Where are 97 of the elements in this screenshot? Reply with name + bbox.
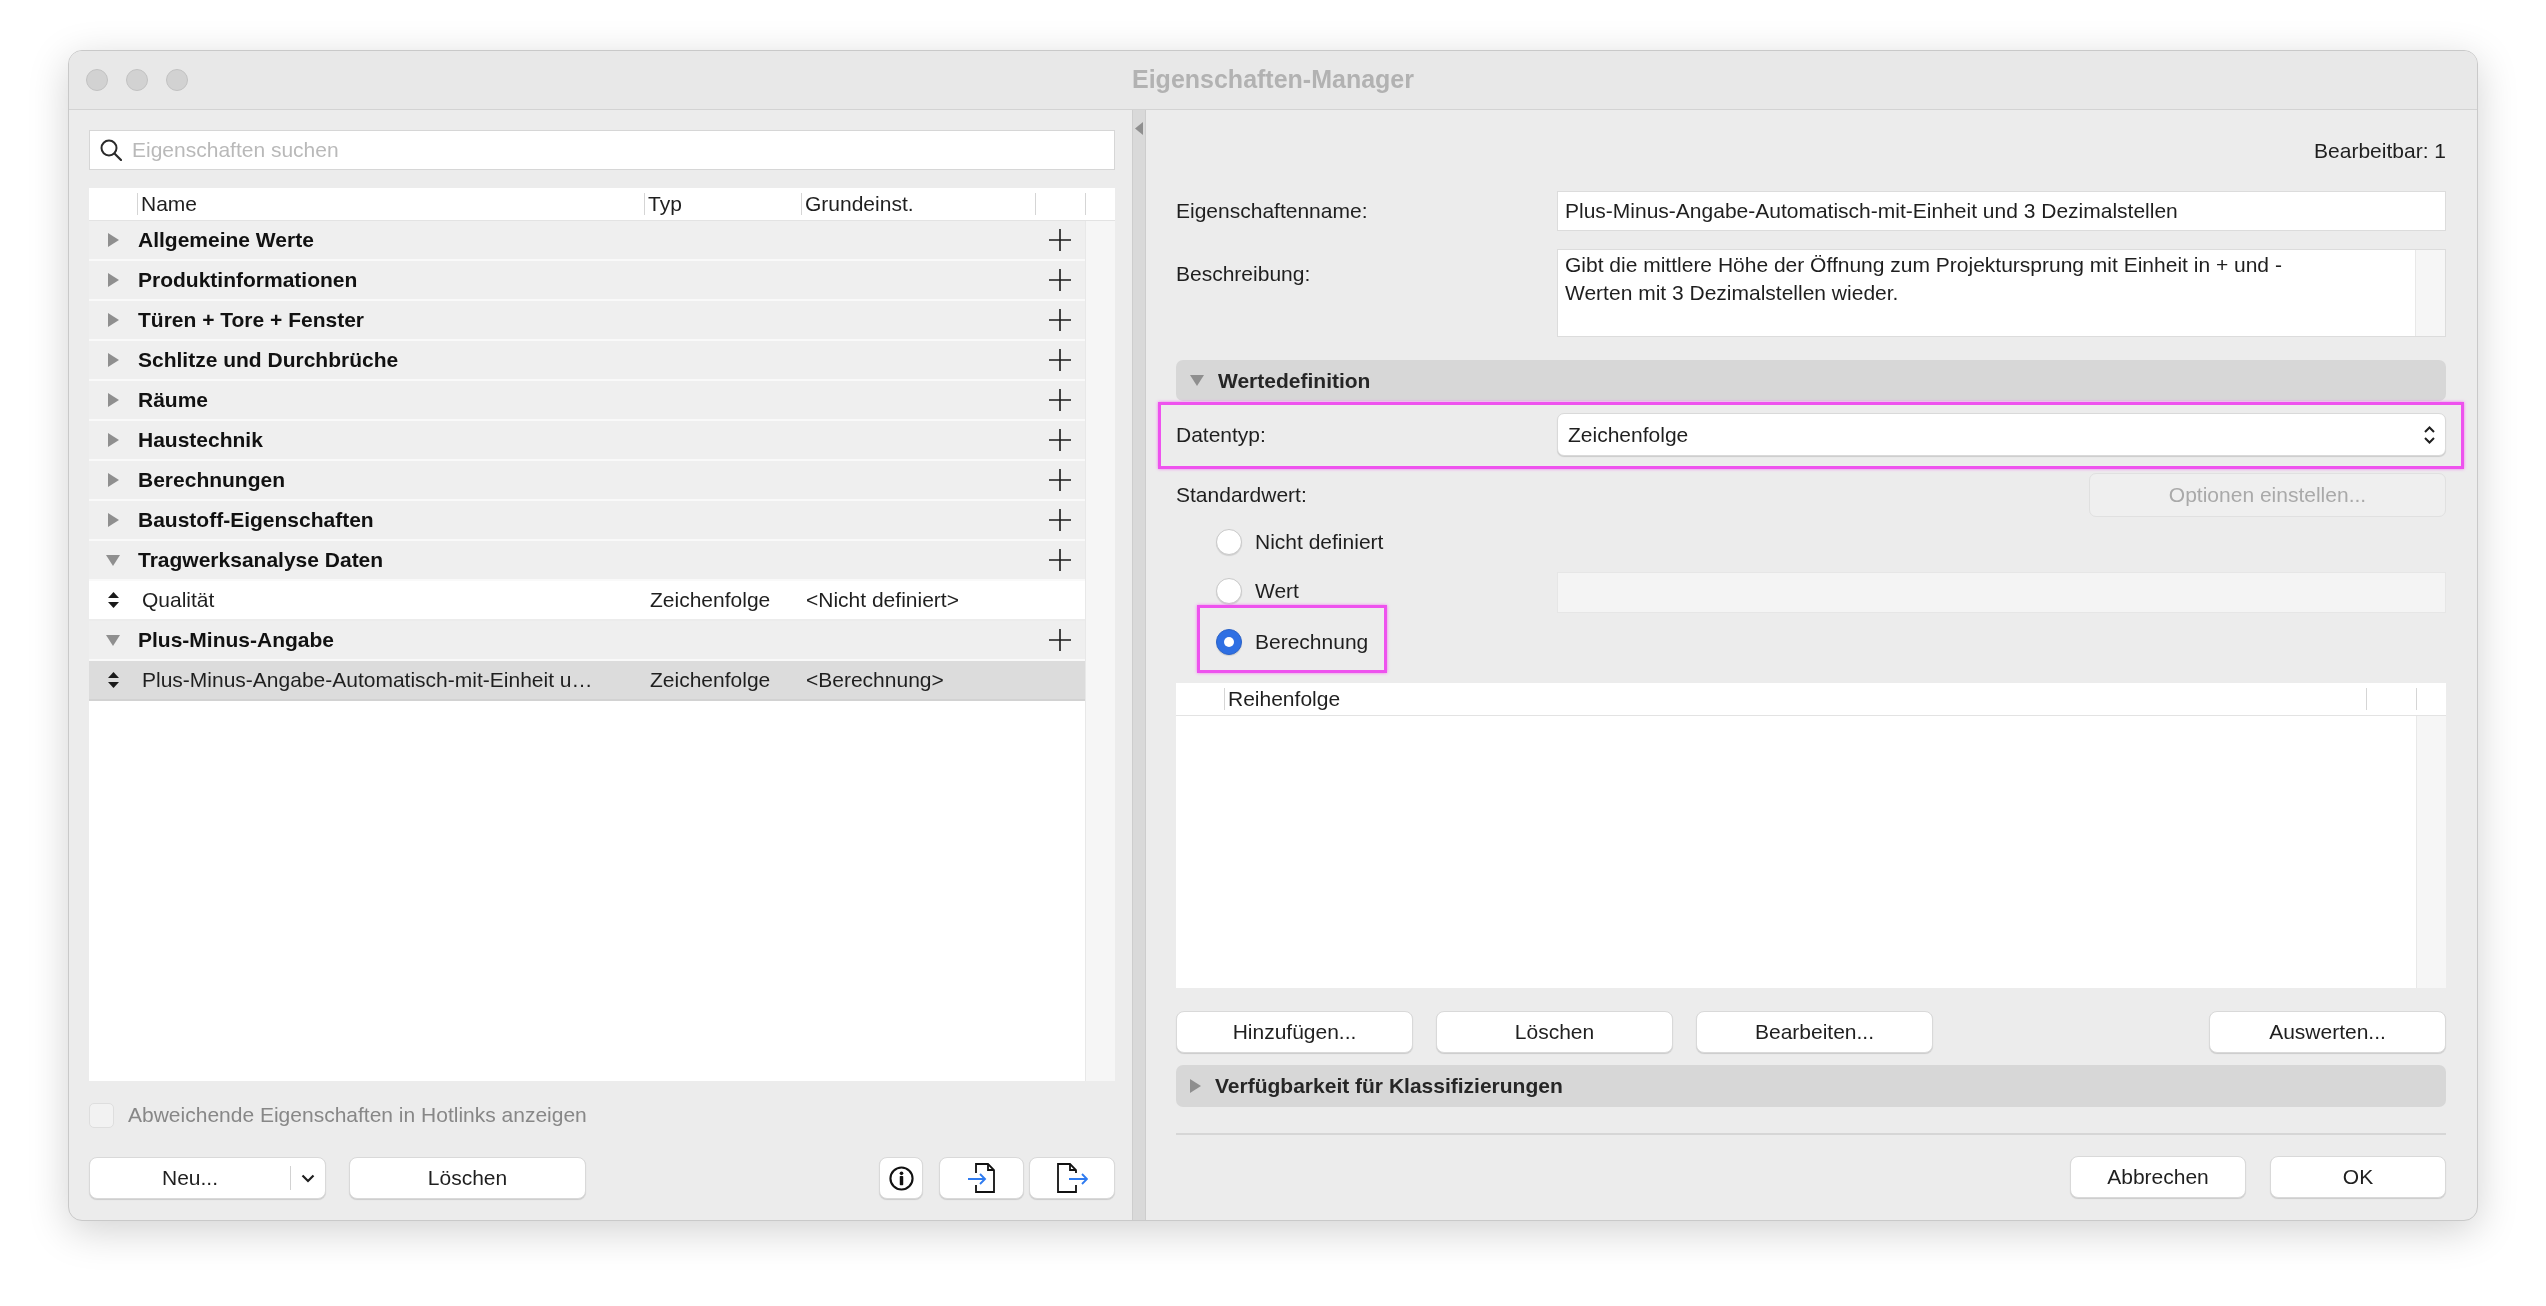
minimize-button[interactable] <box>126 69 148 91</box>
group-row[interactable]: Baustoff-Eigenschaften <box>89 501 1085 541</box>
group-name: Allgemeine Werte <box>137 227 315 254</box>
group-row[interactable]: Berechnungen <box>89 461 1085 501</box>
document-arrow-in-icon <box>966 1162 997 1194</box>
section-header[interactable]: Verfügbarkeit für Klassifizierungen <box>1176 1065 2446 1107</box>
zoom-button[interactable] <box>166 69 188 91</box>
group-name: Produktinformationen <box>137 267 359 294</box>
table-cell: Qualität <box>142 588 215 612</box>
split-button[interactable]: Neu... <box>89 1157 326 1199</box>
section-header[interactable]: Wertedefinition <box>1176 360 2446 401</box>
evaluate-button[interactable]: Auswerten... <box>2209 1011 2446 1053</box>
group-name: Plus-Minus-Angabe <box>137 627 335 654</box>
table-cell: <Berechnung> <box>806 668 944 692</box>
plus-icon[interactable] <box>1049 229 1071 251</box>
table-cell: Plus-Minus-Angabe-Automatisch-mit-Einheit u… <box>142 668 593 692</box>
disclosure-triangle-icon[interactable] <box>1190 375 1204 386</box>
group-name: Berechnungen <box>137 467 287 494</box>
data-type-select[interactable]: Zeichenfolge <box>1557 413 2446 456</box>
field-label: Datentyp: <box>1176 421 1267 448</box>
disclosure-triangle-icon[interactable] <box>107 313 119 327</box>
dialog-button[interactable]: OK <box>2270 1156 2446 1198</box>
info-button[interactable] <box>879 1157 923 1199</box>
column-header[interactable]: Grundeinst. <box>802 188 914 220</box>
field-label: Beschreibung: <box>1176 261 1312 287</box>
section-title: Verfügbarkeit für Klassifizierungen <box>1215 1073 1563 1100</box>
info-icon <box>888 1165 914 1191</box>
editable-count: Bearbeitbar: 1 <box>2314 138 2446 165</box>
plus-icon[interactable] <box>1049 309 1071 331</box>
table-cell: Zeichenfolge <box>650 668 771 692</box>
disclosure-triangle-icon[interactable] <box>107 473 119 487</box>
plus-icon[interactable] <box>1049 469 1071 491</box>
group-row[interactable]: Haustechnik <box>89 421 1085 461</box>
name-field[interactable]: Plus-Minus-Angabe-Automatisch-mit-Einheit und 3 Dezimalstellen <box>1557 191 2446 231</box>
close-button[interactable] <box>86 69 108 91</box>
disclosure-triangle-icon[interactable] <box>1190 1079 1201 1093</box>
description-field[interactable]: Gibt die mittlere Höhe der Öffnung zum Projektursprung mit Einheit in + und - Werten mit 3 Dezimalstellen wieder. <box>1557 249 2446 337</box>
field-label: Standardwert: <box>1176 482 1307 509</box>
disclosure-triangle-icon[interactable] <box>106 554 120 566</box>
search-field[interactable]: Eigenschaften suchen <box>89 130 1115 170</box>
column-header[interactable]: Typ <box>645 188 682 220</box>
plus-icon[interactable] <box>1049 549 1071 571</box>
table-action-button[interactable]: Löschen <box>1436 1011 1673 1053</box>
scrollbar[interactable] <box>1085 221 1115 1081</box>
radio-label[interactable]: Nicht definiert <box>1255 526 1384 558</box>
group-row[interactable]: Produktinformationen <box>89 261 1085 301</box>
dialog-button[interactable]: Abbrechen <box>2070 1156 2246 1198</box>
group-row[interactable]: Allgemeine Werte <box>89 221 1085 261</box>
radio-button[interactable] <box>1216 629 1242 655</box>
field-label: Eigenschaftenname: <box>1176 198 1369 225</box>
disclosure-triangle-icon[interactable] <box>107 393 119 407</box>
section-title: Wertedefinition <box>1218 367 1371 394</box>
plus-icon[interactable] <box>1049 429 1071 451</box>
table-action-button[interactable]: Hinzufügen... <box>1176 1011 1413 1053</box>
document-arrow-out-icon <box>1056 1162 1088 1194</box>
table-cell: Zeichenfolge <box>650 588 771 612</box>
disclosure-triangle-icon[interactable] <box>106 634 120 646</box>
group-row[interactable]: Plus-Minus-Angabe <box>89 621 1085 661</box>
search-icon <box>100 139 122 161</box>
group-name: Räume <box>137 387 210 414</box>
group-row[interactable]: Räume <box>89 381 1085 421</box>
plus-icon[interactable] <box>1049 629 1071 651</box>
plus-icon[interactable] <box>1049 269 1071 291</box>
disclosure-triangle-icon[interactable] <box>107 233 119 247</box>
up-down-arrows-icon <box>107 672 119 688</box>
table-cell: <Nicht definiert> <box>806 588 959 612</box>
plus-icon[interactable] <box>1049 509 1071 531</box>
import-button[interactable] <box>939 1157 1024 1199</box>
export-button[interactable] <box>1029 1157 1115 1199</box>
property-row[interactable]: Plus-Minus-Angabe-Automatisch-mit-Einheit u… Zeichenfolge <Berechnung> <box>89 661 1085 701</box>
group-name: Schlitze und Durchbrüche <box>137 347 400 374</box>
group-name: Baustoff-Eigenschaften <box>137 507 375 534</box>
group-row[interactable]: Türen + Tore + Fenster <box>89 301 1085 341</box>
disclosure-triangle-icon[interactable] <box>107 513 119 527</box>
column-header[interactable]: Name <box>138 188 198 220</box>
table-action-button[interactable]: Bearbeiten... <box>1696 1011 1933 1053</box>
group-name: Tragwerksanalyse Daten <box>137 547 385 574</box>
scrollbar[interactable] <box>2416 716 2446 988</box>
group-row[interactable]: Tragwerksanalyse Daten <box>89 541 1085 581</box>
radio-label[interactable]: Wert <box>1255 575 1299 607</box>
plus-icon[interactable] <box>1049 349 1071 371</box>
plus-icon[interactable] <box>1049 389 1071 411</box>
group-name: Türen + Tore + Fenster <box>137 307 365 334</box>
group-row[interactable]: Schlitze und Durchbrüche <box>89 341 1085 381</box>
chevrons-up-down-icon <box>2423 424 2436 445</box>
disclosure-triangle-icon[interactable] <box>107 353 119 367</box>
radio-label[interactable]: Berechnung <box>1255 626 1369 658</box>
disclosure-triangle-icon[interactable] <box>107 433 119 447</box>
scrollbar[interactable] <box>2415 250 2445 336</box>
triangle-left-icon[interactable] <box>1135 122 1143 135</box>
group-name: Haustechnik <box>137 427 264 454</box>
up-down-arrows-icon <box>107 592 119 608</box>
chevron-down-icon[interactable] <box>301 1173 315 1183</box>
column-header[interactable]: Reihenfolge <box>1225 683 1341 715</box>
disclosure-triangle-icon[interactable] <box>107 273 119 287</box>
delete-button[interactable]: Löschen <box>349 1157 586 1199</box>
new-button[interactable]: Neu... <box>90 1158 290 1198</box>
